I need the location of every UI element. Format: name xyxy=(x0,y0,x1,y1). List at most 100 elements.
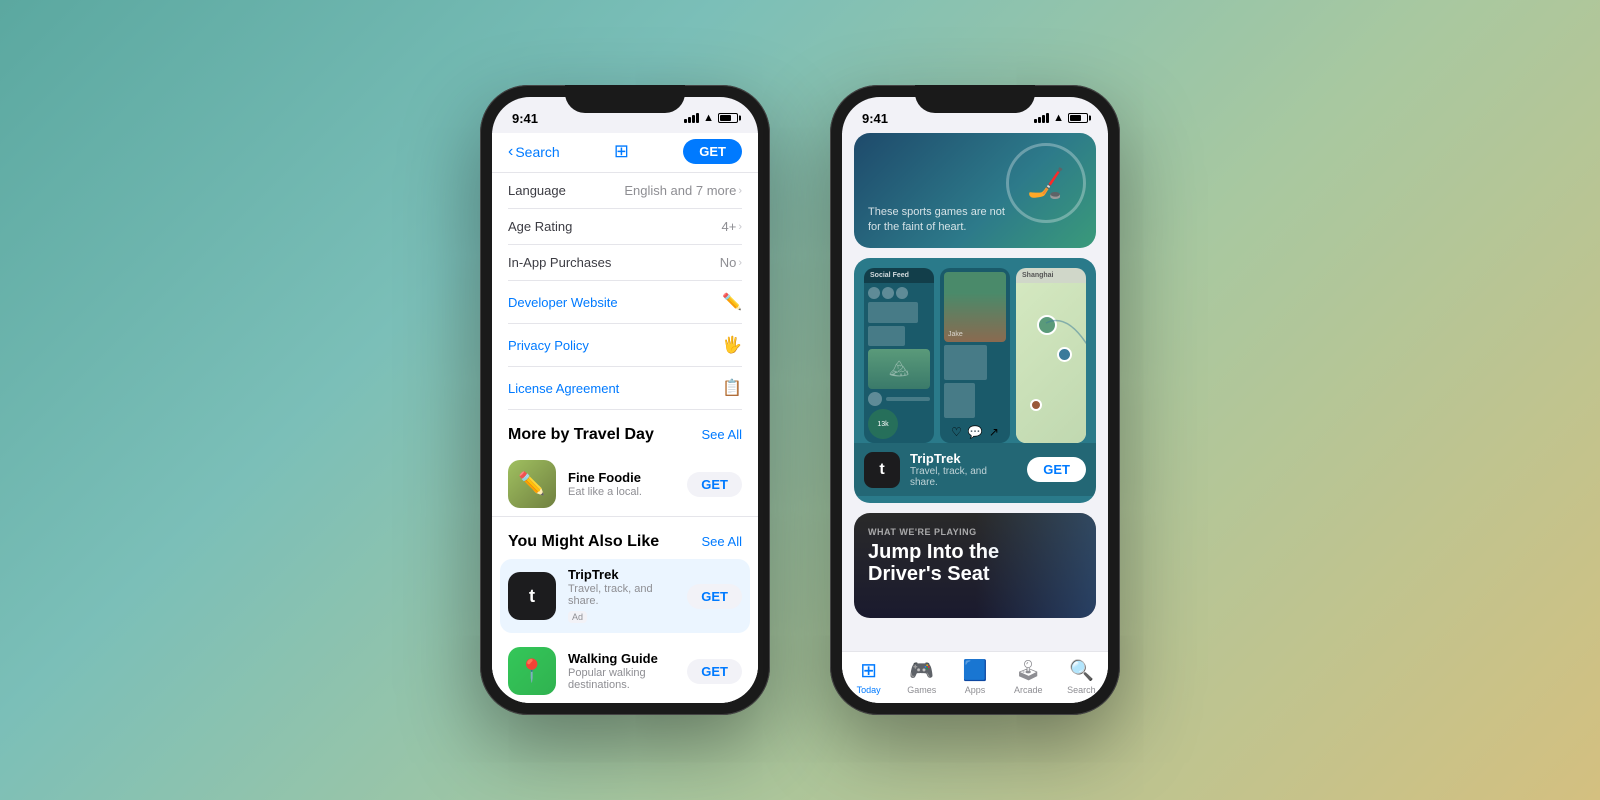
more-by-see-all[interactable]: See All xyxy=(702,427,742,442)
age-rating-label: Age Rating xyxy=(508,219,572,234)
language-value: English and 7 more › xyxy=(624,183,742,198)
app-screenshots: Social Feed 🏔 xyxy=(854,258,1096,443)
tab-games-2[interactable]: 🎮 Games xyxy=(895,658,948,695)
triptrek-info: TripTrek Travel, track, and share. Ad xyxy=(568,567,675,625)
triptrek-card[interactable]: Social Feed 🏔 xyxy=(854,258,1096,503)
fine-foodie-info: Fine Foodie Eat like a local. xyxy=(568,470,675,498)
back-label: Search xyxy=(515,144,559,160)
fine-foodie-item[interactable]: ✏️ Fine Foodie Eat like a local. GET xyxy=(492,452,758,517)
fine-foodie-name: Fine Foodie xyxy=(568,470,675,485)
phone-1-screen: 9:41 ▲ ‹ Search xyxy=(492,97,758,703)
battery-2 xyxy=(1068,113,1088,123)
signal-2 xyxy=(1034,113,1049,123)
tab-bar-2: ⊞ Today 🎮 Games 🟦 Apps 🕹 Arcade 🔍 xyxy=(842,651,1108,703)
developer-website-link[interactable]: Developer Website xyxy=(508,295,618,310)
triptrek-badge: Ad xyxy=(568,611,587,623)
document-icon: 📋 xyxy=(722,378,742,398)
sports-card[interactable]: 🏒 These sports games are not for the fai… xyxy=(854,133,1096,248)
triptrek-card-desc: Travel, track, and share. xyxy=(910,466,1017,488)
playing-card[interactable]: WHAT WE'RE PLAYING Jump Into theDriver's… xyxy=(854,513,1096,618)
triptrek-icon: t xyxy=(508,572,556,620)
fine-foodie-get-button[interactable]: GET xyxy=(687,472,742,497)
signal-1 xyxy=(684,113,699,123)
fine-foodie-desc: Eat like a local. xyxy=(568,486,675,498)
you-might-see-all[interactable]: See All xyxy=(702,534,742,549)
screenshot-1: Social Feed 🏔 xyxy=(864,268,934,443)
fine-foodie-icon: ✏️ xyxy=(508,460,556,508)
status-icons-1: ▲ xyxy=(684,112,738,124)
map-bg xyxy=(1016,283,1086,443)
status-icons-2: ▲ xyxy=(1034,112,1088,124)
walking-guide-name: Walking Guide xyxy=(568,651,675,666)
language-row[interactable]: Language English and 7 more › xyxy=(508,173,742,209)
triptrek-highlighted-container: t TripTrek Travel, track, and share. Ad … xyxy=(500,559,750,633)
wifi-1: ▲ xyxy=(703,112,714,124)
license-agreement-link[interactable]: License Agreement xyxy=(508,381,619,396)
phone-2: 9:41 ▲ 🏒 These sports games a xyxy=(830,85,1120,715)
nav-header-1: ‹ Search ⊞ GET xyxy=(492,133,758,173)
triptrek-desc: Travel, track, and share. xyxy=(568,583,675,607)
age-rating-row[interactable]: Age Rating 4+ › xyxy=(508,209,742,245)
you-might-header: You Might Also Like See All xyxy=(492,517,758,559)
time-1: 9:41 xyxy=(512,111,538,126)
phone2-content: 🏒 These sports games are not for the fai… xyxy=(842,133,1108,703)
triptrek-get-button[interactable]: GET xyxy=(687,584,742,609)
today-icon-2: ⊞ xyxy=(860,658,877,683)
triptrek-card-name: TripTrek xyxy=(910,451,1017,466)
time-2: 9:41 xyxy=(862,111,888,126)
in-app-label: In-App Purchases xyxy=(508,255,611,270)
triptrek-card-get-button[interactable]: GET xyxy=(1027,457,1086,482)
search-label-2: Search xyxy=(1067,685,1096,695)
battery-1 xyxy=(718,113,738,123)
filter-icon[interactable]: ⊞ xyxy=(614,141,629,162)
tab-apps-2[interactable]: 🟦 Apps xyxy=(948,658,1001,695)
screenshot-2-body: Jake ♡ 💬 ↗ xyxy=(940,268,1010,443)
arcade-icon-2: 🕹 xyxy=(1016,658,1041,683)
privacy-policy-row[interactable]: Privacy Policy 🖐 xyxy=(508,324,742,367)
age-rating-value: 4+ › xyxy=(722,219,743,234)
back-button[interactable]: ‹ Search xyxy=(508,143,560,161)
sports-card-text: These sports games are not for the faint… xyxy=(868,205,1008,234)
license-agreement-row[interactable]: License Agreement 📋 xyxy=(508,367,742,410)
today-label-2: Today xyxy=(857,685,881,695)
you-might-section: You Might Also Like See All t TripTrek T… xyxy=(492,517,758,703)
walking-guide-info: Walking Guide Popular walking destinatio… xyxy=(568,651,675,691)
playing-bg xyxy=(976,513,1096,618)
tab-today-2[interactable]: ⊞ Today xyxy=(842,658,895,695)
phone-2-screen: 9:41 ▲ 🏒 These sports games a xyxy=(842,97,1108,703)
triptrek-name: TripTrek xyxy=(568,567,675,582)
triptrek-card-icon: t xyxy=(864,452,900,488)
in-app-value: No › xyxy=(720,255,742,270)
screenshot-1-stat: 13k xyxy=(868,409,898,439)
screenshot-1-img: 🏔 xyxy=(868,349,930,389)
developer-website-row[interactable]: Developer Website ✏️ xyxy=(508,281,742,324)
screenshot-2-img: Jake xyxy=(944,272,1006,342)
phone1-content: ‹ Search ⊞ GET Language English and 7 mo… xyxy=(492,133,758,703)
screenshot-1-body: 🏔 13k xyxy=(864,283,934,443)
apps-label-2: Apps xyxy=(965,685,986,695)
screenshot-3-header: Shanghai xyxy=(1016,268,1086,283)
walking-guide-desc: Popular walking destinations. xyxy=(568,667,675,691)
screenshot-3: Shanghai xyxy=(1016,268,1086,443)
walking-guide-item[interactable]: 📍 Walking Guide Popular walking destinat… xyxy=(492,639,758,703)
triptrek-item[interactable]: t TripTrek Travel, track, and share. Ad … xyxy=(508,559,742,633)
hand-icon: 🖐 xyxy=(722,335,742,355)
today-scroll: 🏒 These sports games are not for the fai… xyxy=(842,133,1108,651)
triptrek-card-info: TripTrek Travel, track, and share. xyxy=(910,451,1017,488)
get-button-main[interactable]: GET xyxy=(683,139,742,164)
more-by-title: More by Travel Day xyxy=(508,426,654,444)
walking-guide-get-button[interactable]: GET xyxy=(687,659,742,684)
screenshot-1-header: Social Feed xyxy=(864,268,934,283)
more-by-header: More by Travel Day See All xyxy=(492,410,758,452)
search-icon-2: 🔍 xyxy=(1069,658,1094,683)
chevron-left-icon: ‹ xyxy=(508,143,513,161)
privacy-policy-link[interactable]: Privacy Policy xyxy=(508,338,589,353)
apps-icon-2: 🟦 xyxy=(963,658,988,683)
wifi-2: ▲ xyxy=(1053,112,1064,124)
tab-search-2[interactable]: 🔍 Search xyxy=(1055,658,1108,695)
tab-arcade-2[interactable]: 🕹 Arcade xyxy=(1002,658,1055,695)
screenshot-2: Jake ♡ 💬 ↗ xyxy=(940,268,1010,443)
in-app-row[interactable]: In-App Purchases No › xyxy=(508,245,742,281)
edit-icon: ✏️ xyxy=(722,292,742,312)
games-label-2: Games xyxy=(907,685,936,695)
